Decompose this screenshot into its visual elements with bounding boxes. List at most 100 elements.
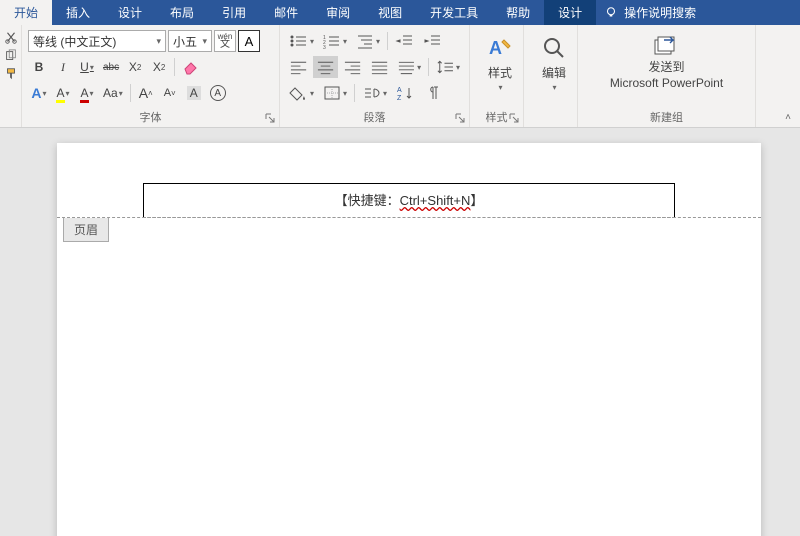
increase-indent-icon [423, 33, 443, 49]
font-color-button[interactable]: A▾ [76, 82, 98, 104]
grow-font-button[interactable]: A˄ [135, 82, 157, 104]
bold-button[interactable]: B [28, 56, 50, 78]
character-border-button[interactable]: A [238, 30, 260, 52]
cut-icon[interactable] [4, 31, 18, 45]
shrink-font-button[interactable]: A˅ [159, 82, 181, 104]
tab-design[interactable]: 设计 [104, 0, 156, 25]
header-area[interactable]: 【快捷键：Ctrl+Shift+N】 [57, 143, 761, 218]
svg-text:Z: Z [397, 95, 402, 101]
copy-icon[interactable] [4, 49, 18, 63]
bullets-button[interactable]: ▾ [286, 30, 317, 52]
change-case-button[interactable]: Aa▾ [100, 82, 126, 104]
separator [428, 58, 429, 76]
borders-button[interactable]: ▾ [319, 82, 350, 104]
chevron-down-icon: ▾ [202, 36, 207, 47]
bullets-icon [289, 33, 309, 49]
justify-button[interactable] [367, 56, 392, 78]
tab-context-design[interactable]: 设计 [544, 0, 596, 25]
header-boundary-line [57, 217, 761, 218]
editing-button[interactable]: 编辑 ▾ [530, 29, 578, 97]
tell-me-search[interactable]: 操作说明搜索 [596, 0, 704, 25]
editing-group: 编辑 ▾ [524, 25, 578, 127]
paragraph-group-label: 段落 [286, 107, 463, 125]
underline-button[interactable]: U▾ [76, 56, 98, 78]
chevron-down-icon: ▾ [552, 83, 556, 92]
numbering-button[interactable]: 123▾ [319, 30, 350, 52]
font-group-label: 字体 [28, 107, 273, 125]
send-to-ppt-icon [654, 36, 680, 58]
send-to-powerpoint-button[interactable]: 发送到 Microsoft PowerPoint [584, 29, 749, 97]
borders-icon [322, 85, 342, 101]
header-text-prefix: 【快捷键： [335, 193, 400, 208]
increase-indent-button[interactable] [420, 30, 446, 52]
find-icon [540, 34, 568, 62]
superscript-button[interactable]: X2 [148, 56, 170, 78]
dialog-launcher-icon[interactable] [508, 112, 520, 124]
align-left-button[interactable] [286, 56, 311, 78]
svg-text:A: A [489, 38, 502, 58]
asian-layout-icon [362, 85, 382, 101]
styles-button[interactable]: A 样式 ▾ [476, 29, 524, 97]
svg-text:A: A [397, 87, 402, 94]
eraser-icon [182, 59, 200, 75]
font-name-combo[interactable]: 等线 (中文正文) ▾ [28, 30, 166, 52]
decrease-indent-button[interactable] [392, 30, 418, 52]
send-to-label-2: Microsoft PowerPoint [610, 76, 723, 90]
strikethrough-button[interactable]: abc [100, 56, 122, 78]
tab-help[interactable]: 帮助 [492, 0, 544, 25]
align-right-button[interactable] [340, 56, 365, 78]
tab-insert[interactable]: 插入 [52, 0, 104, 25]
styles-label: 样式 [488, 64, 512, 81]
format-painter-icon[interactable] [4, 67, 18, 81]
text-effects-button[interactable]: A▾ [28, 82, 50, 104]
new-group: 发送到 Microsoft PowerPoint 新建组 [578, 25, 756, 127]
dialog-launcher-icon[interactable] [264, 112, 276, 124]
paragraph-group: ▾ 123▾ ▾ ▾ ▾ ▾ ▾ ▾ AZ [280, 25, 470, 127]
multilevel-list-button[interactable]: ▾ [352, 30, 383, 52]
tab-layout[interactable]: 布局 [156, 0, 208, 25]
tab-mailings[interactable]: 邮件 [260, 0, 312, 25]
header-tag: 页眉 [63, 218, 109, 242]
multilevel-icon [355, 33, 375, 49]
font-size-value: 小五 [173, 33, 197, 50]
phonetic-guide-button[interactable]: wén文 [214, 30, 236, 52]
clear-formatting-button[interactable] [179, 56, 203, 78]
header-content-box[interactable]: 【快捷键：Ctrl+Shift+N】 [143, 183, 675, 218]
show-marks-button[interactable] [420, 82, 446, 104]
document-area: 【快捷键：Ctrl+Shift+N】 页眉 [0, 128, 800, 536]
distributed-icon [397, 59, 416, 75]
justify-icon [370, 59, 389, 75]
chevron-down-icon: ▾ [498, 83, 502, 92]
tell-me-placeholder: 操作说明搜索 [624, 4, 696, 21]
collapse-ribbon-button[interactable]: ˄ [780, 109, 796, 125]
pilcrow-icon [423, 85, 443, 101]
line-spacing-button[interactable]: ▾ [433, 56, 463, 78]
align-center-icon [316, 59, 335, 75]
font-size-combo[interactable]: 小五 ▾ [168, 30, 212, 52]
tab-home[interactable]: 开始 [0, 0, 52, 25]
subscript-button[interactable]: X2 [124, 56, 146, 78]
tab-review[interactable]: 审阅 [312, 0, 364, 25]
clipboard-sliver [0, 25, 22, 127]
header-text[interactable]: 【快捷键：Ctrl+Shift+N】 [335, 190, 484, 209]
sort-icon: AZ [395, 85, 415, 101]
dialog-launcher-icon[interactable] [454, 112, 466, 124]
page[interactable]: 【快捷键：Ctrl+Shift+N】 页眉 [57, 143, 761, 536]
tab-references[interactable]: 引用 [208, 0, 260, 25]
editing-label: 编辑 [542, 64, 566, 81]
styles-group: A 样式 ▾ 样式 [470, 25, 524, 127]
chevron-down-icon: ▾ [156, 36, 161, 47]
distributed-button[interactable]: ▾ [394, 56, 424, 78]
tab-view[interactable]: 视图 [364, 0, 416, 25]
sort-button[interactable]: AZ [392, 82, 418, 104]
font-name-value: 等线 (中文正文) [33, 33, 116, 50]
shading-button[interactable]: ▾ [286, 82, 317, 104]
highlight-button[interactable]: A▾ [52, 82, 74, 104]
ribbon-tabs-bar: 开始 插入 设计 布局 引用 邮件 审阅 视图 开发工具 帮助 设计 操作说明搜… [0, 0, 800, 25]
align-center-button[interactable] [313, 56, 338, 78]
tab-developer[interactable]: 开发工具 [416, 0, 492, 25]
italic-button[interactable]: I [52, 56, 74, 78]
asian-layout-button[interactable]: ▾ [359, 82, 390, 104]
enclose-characters-button[interactable]: A [207, 82, 229, 104]
character-shading-button[interactable]: A [183, 82, 205, 104]
